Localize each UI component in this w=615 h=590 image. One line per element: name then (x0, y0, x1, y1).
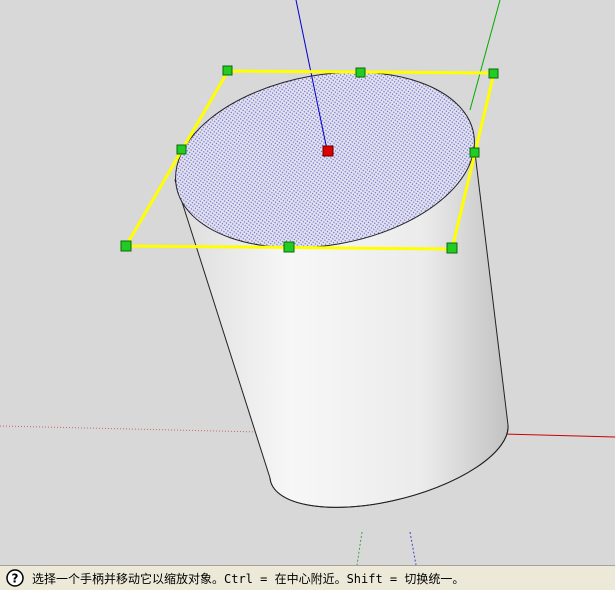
3d-viewport[interactable] (0, 0, 615, 565)
status-message: 选择一个手柄并移动它以缩放对象。Ctrl = 在中心附近。Shift = 切换统… (32, 571, 465, 586)
cylinder[interactable] (162, 50, 509, 508)
scene-canvas[interactable] (0, 0, 615, 565)
red-axis (504, 433, 615, 438)
status-bar: ? 选择一个手柄并移动它以缩放对象。Ctrl = 在中心附近。Shift = 切… (0, 565, 615, 590)
green-axis (469, 0, 501, 111)
grip-center[interactable] (322, 145, 334, 157)
grip-top-middle[interactable] (355, 67, 366, 78)
red-axis-dotted (0, 425, 261, 433)
sketchup-window: ? 选择一个手柄并移动它以缩放对象。Ctrl = 在中心附近。Shift = 切… (0, 0, 615, 590)
grip-bottom-right[interactable] (446, 242, 458, 254)
grip-top-left[interactable] (222, 65, 233, 76)
question-mark-circle-icon[interactable]: ? (6, 569, 24, 587)
blue-axis-dotted (409, 531, 417, 565)
grip-top-right[interactable] (488, 68, 499, 79)
svg-text:?: ? (12, 572, 19, 586)
grip-bottom-left[interactable] (120, 240, 132, 252)
grip-bottom-middle[interactable] (283, 241, 295, 253)
grip-middle-right[interactable] (469, 147, 480, 158)
green-axis-dotted (356, 531, 363, 565)
grip-middle-left[interactable] (176, 144, 187, 155)
